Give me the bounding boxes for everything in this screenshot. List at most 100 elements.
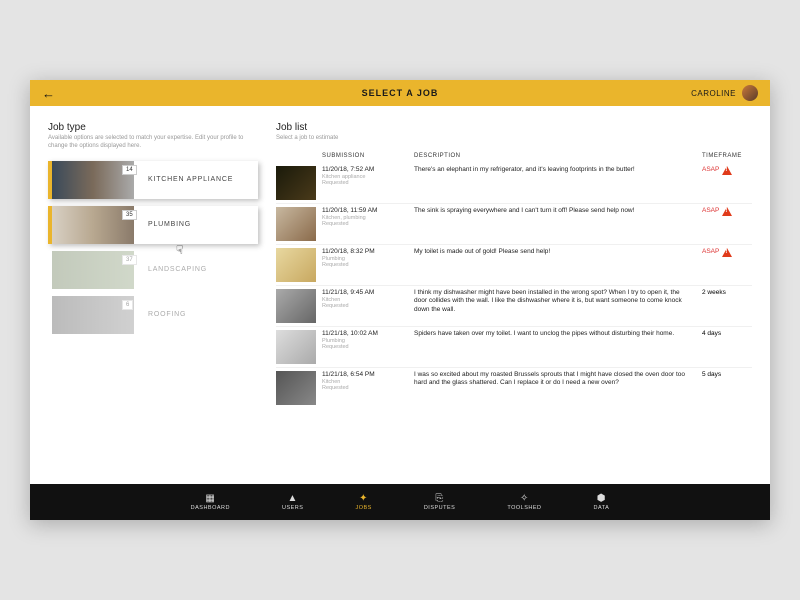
nav-item-users[interactable]: ▲USERS [282, 493, 303, 511]
job-status: Requested [322, 262, 408, 268]
timeframe-text: 4 days [702, 330, 721, 337]
job-type-card[interactable]: 37LANDSCAPING [48, 251, 258, 289]
nav-label: TOOLSHED [507, 505, 541, 511]
count-badge: 35 [122, 210, 137, 220]
job-row[interactable]: 11/21/18, 9:45 AMKitchenRequestedI think… [276, 286, 752, 327]
job-list-heading: Job list [276, 122, 752, 133]
job-row[interactable]: 11/20/18, 8:32 PMPlumbingRequestedMy toi… [276, 245, 752, 286]
job-type-list: 14KITCHEN APPLIANCE 35PLUMBING 37LANDSCAPI… [48, 161, 258, 334]
alert-icon [722, 248, 732, 257]
header-bar: ← SELECT A JOB CAROLINE [30, 80, 770, 106]
job-description: The sink is spraying everywhere and I ca… [414, 207, 696, 241]
job-list-subtext: Select a job to estimate [276, 135, 752, 143]
job-thumb [276, 207, 316, 241]
timeframe-text: ASAP [702, 207, 719, 214]
job-thumb [276, 330, 316, 364]
count-badge: 14 [122, 165, 137, 175]
job-status: Requested [322, 180, 408, 186]
job-status: Requested [322, 303, 408, 309]
avatar [742, 85, 758, 101]
job-timeframe: ASAP [702, 166, 752, 200]
job-type-label: PLUMBING [134, 206, 258, 244]
job-thumb [276, 289, 316, 323]
disputes-icon: ⎘ [434, 493, 445, 504]
alert-icon [722, 166, 732, 175]
jobs-icon: ✦ [358, 493, 369, 504]
bottom-nav: ▦DASHBOARD ▲USERS ✦JOBS ⎘DISPUTES ✧TOOLSHED ⬢… [30, 484, 770, 520]
submission-cell: 11/20/18, 11:59 AMKitchen, plumbingReque… [322, 207, 408, 241]
job-status: Requested [322, 385, 408, 391]
nav-item-dashboard[interactable]: ▦DASHBOARD [191, 493, 230, 511]
nav-label: DASHBOARD [191, 505, 230, 511]
timeframe-text: ASAP [702, 248, 719, 255]
user-name: CAROLINE [691, 89, 736, 98]
nav-item-data[interactable]: ⬢DATA [593, 493, 609, 511]
submission-cell: 11/20/18, 7:52 AMKitchen applianceReques… [322, 166, 408, 200]
submission-cell: 11/21/18, 9:45 AMKitchenRequested [322, 289, 408, 323]
data-icon: ⬢ [596, 493, 607, 504]
job-type-label: LANDSCAPING [134, 251, 258, 289]
nav-label: DISPUTES [424, 505, 456, 511]
job-date: 11/20/18, 11:59 AM [322, 207, 408, 214]
job-thumb [276, 371, 316, 405]
app-window: ← SELECT A JOB CAROLINE Job type Availab… [30, 80, 770, 520]
nav-label: DATA [593, 505, 609, 511]
job-date: 11/21/18, 10:02 AM [322, 330, 408, 337]
job-description: I was so excited about my roasted Brusse… [414, 371, 696, 405]
job-row[interactable]: 11/21/18, 10:02 AMPlumbingRequestedSpide… [276, 327, 752, 368]
job-type-card[interactable]: 35PLUMBING [48, 206, 258, 244]
job-status: Requested [322, 221, 408, 227]
count-badge: 37 [122, 255, 137, 265]
job-description: My toilet is made out of gold! Please se… [414, 248, 696, 282]
job-timeframe: ASAP [702, 207, 752, 241]
col-timeframe: TIMEFRAME [702, 153, 752, 159]
submission-cell: 11/21/18, 10:02 AMPlumbingRequested [322, 330, 408, 364]
job-timeframe: ASAP [702, 248, 752, 282]
submission-cell: 11/21/18, 6:54 PMKitchenRequested [322, 371, 408, 405]
submission-cell: 11/20/18, 8:32 PMPlumbingRequested [322, 248, 408, 282]
job-date: 11/21/18, 6:54 PM [322, 371, 408, 378]
job-description: Spiders have taken over my toilet. I wan… [414, 330, 696, 364]
col-submission: SUBMISSION [322, 153, 414, 159]
job-type-panel: Job type Available options are selected … [48, 122, 258, 476]
nav-label: USERS [282, 505, 303, 511]
alert-icon [722, 207, 732, 216]
user-chip[interactable]: CAROLINE [691, 85, 758, 101]
job-timeframe: 4 days [702, 330, 752, 364]
job-timeframe: 2 weeks [702, 289, 752, 323]
job-thumb [276, 166, 316, 200]
job-type-label: ROOFING [134, 296, 258, 334]
job-type-heading: Job type [48, 122, 258, 133]
back-arrow-icon[interactable]: ← [42, 86, 55, 101]
nav-item-toolshed[interactable]: ✧TOOLSHED [507, 493, 541, 511]
nav-item-jobs[interactable]: ✦JOBS [355, 493, 371, 511]
count-badge: 6 [122, 300, 133, 310]
job-row[interactable]: 11/20/18, 11:59 AMKitchen, plumbingReque… [276, 204, 752, 245]
job-date: 11/20/18, 8:32 PM [322, 248, 408, 255]
timeframe-text: ASAP [702, 166, 719, 173]
dashboard-icon: ▦ [205, 493, 216, 504]
job-timeframe: 5 days [702, 371, 752, 405]
job-row[interactable]: 11/20/18, 7:52 AMKitchen applianceReques… [276, 163, 752, 204]
column-headers: SUBMISSION DESCRIPTION TIMEFRAME [276, 153, 752, 159]
nav-label: JOBS [355, 505, 371, 511]
job-type-label: KITCHEN APPLIANCE [134, 161, 258, 199]
job-date: 11/21/18, 9:45 AM [322, 289, 408, 296]
timeframe-text: 2 weeks [702, 289, 726, 296]
job-row[interactable]: 11/21/18, 6:54 PMKitchenRequestedI was s… [276, 368, 752, 408]
job-type-card[interactable]: 6ROOFING [48, 296, 258, 334]
job-description: There's an elephant in my refrigerator, … [414, 166, 696, 200]
job-type-card[interactable]: 14KITCHEN APPLIANCE [48, 161, 258, 199]
timeframe-text: 5 days [702, 371, 721, 378]
job-date: 11/20/18, 7:52 AM [322, 166, 408, 173]
users-icon: ▲ [287, 493, 298, 504]
job-type-subtext: Available options are selected to match … [48, 135, 258, 151]
toolshed-icon: ✧ [519, 493, 530, 504]
col-description: DESCRIPTION [414, 153, 702, 159]
job-status: Requested [322, 344, 408, 350]
job-rows[interactable]: 11/20/18, 7:52 AMKitchen applianceReques… [276, 163, 752, 476]
main-body: Job type Available options are selected … [30, 106, 770, 484]
job-list-panel: Job list Select a job to estimate SUBMIS… [276, 122, 752, 476]
page-title: SELECT A JOB [362, 88, 439, 98]
nav-item-disputes[interactable]: ⎘DISPUTES [424, 493, 456, 511]
